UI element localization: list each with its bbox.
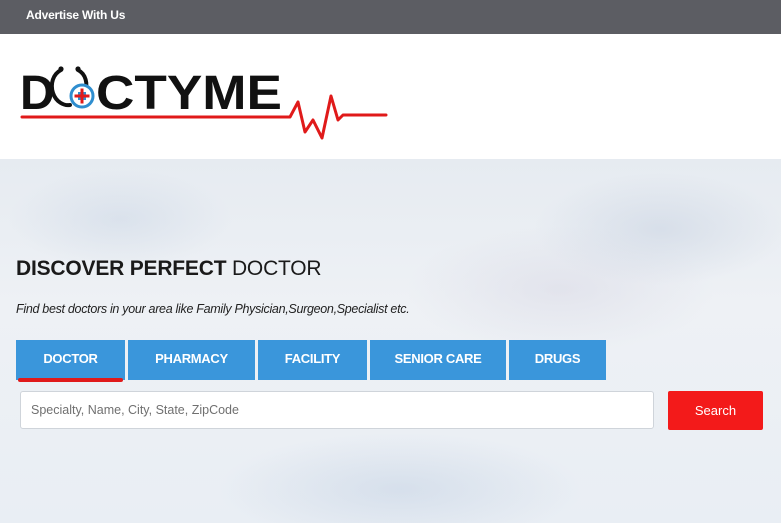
hero-title: DISCOVER PERFECT DOCTOR	[16, 257, 322, 281]
stethoscope-icon	[49, 66, 95, 109]
tab-facility[interactable]: FACILITY	[258, 340, 367, 380]
hero-section: DISCOVER PERFECT DOCTOR Find best doctor…	[0, 159, 781, 523]
svg-text:D: D	[20, 67, 55, 120]
hero-subtitle: Find best doctors in your area like Fami…	[16, 302, 410, 316]
search-input[interactable]	[20, 391, 654, 429]
doctyme-logo-graphic: D CTYME	[20, 66, 388, 140]
tab-label: DOCTOR	[43, 351, 98, 366]
tab-senior-care[interactable]: SENIOR CARE	[370, 340, 506, 380]
tab-drugs[interactable]: DRUGS	[509, 340, 606, 380]
site-header: D CTYME	[0, 34, 781, 159]
hero-title-bold: DISCOVER PERFECT	[16, 257, 227, 280]
top-bar: Advertise With Us	[0, 0, 781, 34]
doctyme-logo[interactable]: D CTYME	[20, 60, 390, 148]
tab-pharmacy[interactable]: PHARMACY	[128, 340, 255, 380]
hero-title-light: DOCTOR	[231, 257, 322, 280]
active-tab-indicator	[18, 378, 123, 382]
search-button[interactable]: Search	[668, 391, 763, 430]
tab-label: DRUGS	[534, 351, 581, 366]
svg-text:CTYME: CTYME	[96, 67, 282, 120]
advertise-link[interactable]: Advertise With Us	[26, 8, 125, 22]
tab-label: SENIOR CARE	[394, 351, 482, 366]
tab-doctor[interactable]: DOCTOR	[16, 340, 125, 382]
tab-label: FACILITY	[284, 351, 341, 366]
tab-label: PHARMACY	[155, 351, 228, 366]
